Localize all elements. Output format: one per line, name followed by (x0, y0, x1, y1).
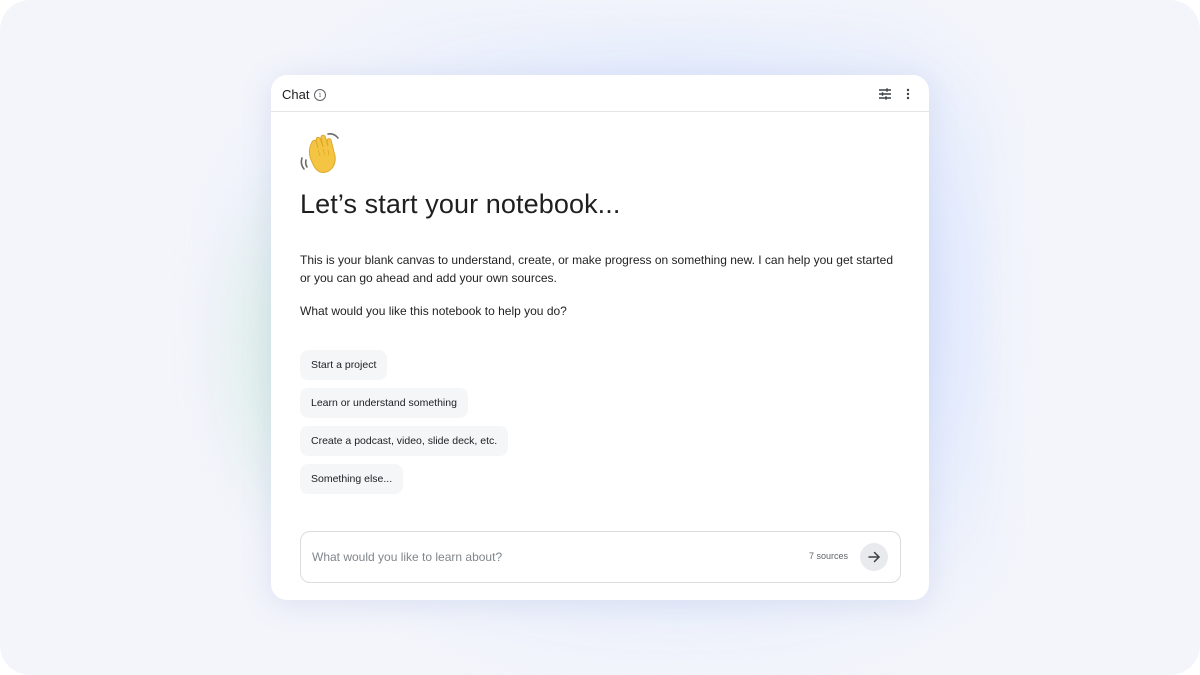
chat-panel: Chat i Let’s start your notebook... This… (271, 75, 929, 600)
source-count-label: 7 sources (808, 551, 848, 561)
chat-input[interactable]: What would you like to learn about? (312, 550, 502, 564)
suggestion-learn[interactable]: Learn or understand something (300, 388, 468, 418)
prompt-question: What would you like this notebook to hel… (300, 304, 567, 318)
chat-panel-header: Chat i (271, 75, 929, 112)
info-icon[interactable]: i (314, 89, 326, 101)
arrow-right-icon (868, 551, 880, 563)
suggestion-create-media[interactable]: Create a podcast, video, slide deck, etc… (300, 426, 509, 456)
page-title: Let’s start your notebook... (300, 189, 621, 219)
app-background: Chat i Let’s start your notebook... This… (0, 0, 1200, 675)
send-button[interactable] (860, 543, 888, 571)
waving-hand-icon (300, 133, 339, 173)
intro-text: This is your blank canvas to understand,… (300, 253, 893, 285)
panel-title: Chat (282, 87, 310, 102)
suggestion-something-else[interactable]: Something else... (300, 464, 404, 494)
suggestion-start-project[interactable]: Start a project (300, 350, 388, 380)
tune-icon[interactable] (878, 88, 892, 100)
chat-composer[interactable]: What would you like to learn about? 7 so… (300, 531, 901, 583)
more-vert-icon[interactable] (901, 88, 915, 100)
